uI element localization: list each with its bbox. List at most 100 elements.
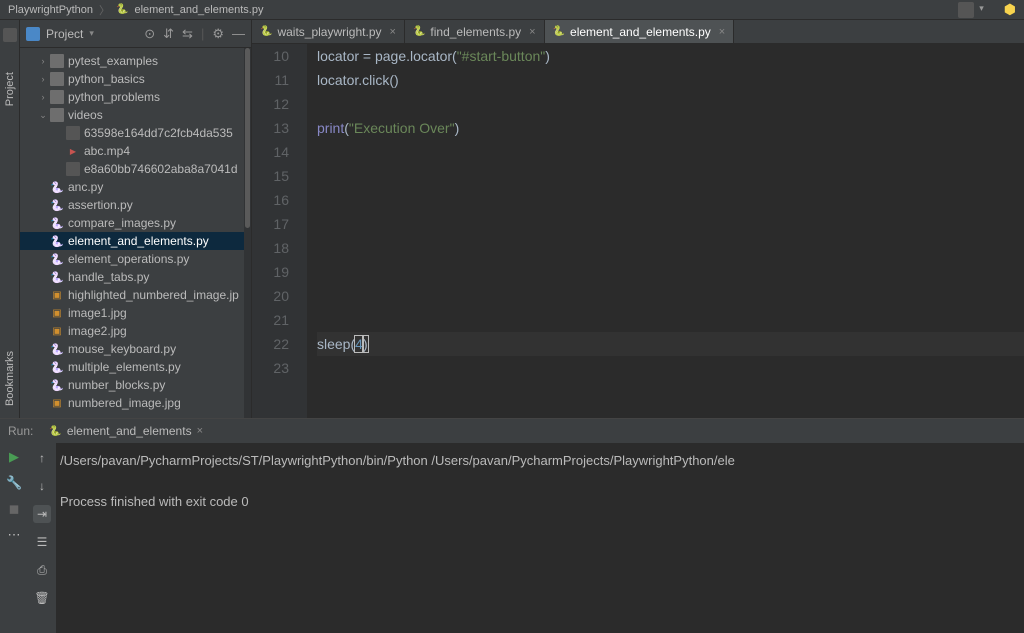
tree-item-label: handle_tabs.py (68, 270, 149, 284)
line-number: 10 (252, 44, 289, 68)
gear-icon[interactable]: ⚙ (212, 26, 224, 42)
tree-item[interactable]: ⌄videos (20, 106, 251, 124)
trash-icon[interactable]: 🗑 (33, 589, 51, 607)
run-header: Run: 🐍 element_and_elements × (0, 419, 1024, 443)
code-line[interactable] (317, 236, 1024, 260)
tree-item[interactable]: image1.jpg (20, 304, 251, 322)
chevron-down-icon[interactable]: ▾ (89, 28, 94, 39)
down-icon[interactable]: ↓ (33, 477, 51, 495)
play-icon[interactable]: ▶ (6, 449, 22, 465)
line-number: 16 (252, 188, 289, 212)
up-icon[interactable]: ↑ (33, 449, 51, 467)
scroll-end-icon[interactable]: ☰ (33, 533, 51, 551)
code-line[interactable] (317, 164, 1024, 188)
close-icon[interactable]: × (529, 26, 535, 38)
tree-item[interactable]: multiple_elements.py (20, 358, 251, 376)
code-line[interactable] (317, 212, 1024, 236)
tree-scrollbar-thumb[interactable] (245, 48, 250, 228)
console-output[interactable]: /Users/pavan/PycharmProjects/ST/Playwrig… (56, 443, 1024, 633)
expand-arrow-icon[interactable]: › (38, 56, 48, 66)
project-tool-icon[interactable] (3, 28, 17, 42)
run-tab[interactable]: 🐍 element_and_elements × (43, 424, 209, 438)
project-tool-tab[interactable]: Project (4, 72, 16, 106)
tab-label: element_and_elements.py (570, 25, 711, 39)
line-number: 18 (252, 236, 289, 260)
code-line[interactable] (317, 308, 1024, 332)
tree-item[interactable]: e8a60bb746602aba8a7041d (20, 160, 251, 178)
tree-item[interactable]: assertion.py (20, 196, 251, 214)
close-icon[interactable]: × (390, 26, 396, 38)
tree-item-label: element_and_elements.py (68, 234, 209, 248)
py-icon (50, 270, 64, 284)
close-icon[interactable]: × (719, 26, 725, 38)
tree-item-label: element_operations.py (68, 252, 189, 266)
code-line[interactable]: locator = page.locator("#start-button") (317, 44, 1024, 68)
line-number: 21 (252, 308, 289, 332)
line-number: 20 (252, 284, 289, 308)
hide-icon[interactable]: — (232, 26, 245, 42)
editor-tab[interactable]: 🐍 element_and_elements.py × (545, 20, 735, 43)
code-line[interactable]: locator.click() (317, 68, 1024, 92)
target-icon[interactable]: ⊙ (144, 26, 155, 42)
close-icon[interactable]: × (197, 425, 203, 437)
tree-item[interactable]: image2.jpg (20, 322, 251, 340)
more-icon[interactable]: ⋯ (6, 527, 22, 543)
folder-icon (50, 90, 64, 104)
tree-item[interactable]: 63598e164dd7c2fcb4da535 (20, 124, 251, 142)
bookmarks-tool-tab[interactable]: Bookmarks (4, 351, 16, 406)
code-area[interactable]: locator = page.locator("#start-button")l… (307, 44, 1024, 418)
tree-item[interactable]: mouse_keyboard.py (20, 340, 251, 358)
tree-item[interactable]: handle_tabs.py (20, 268, 251, 286)
tree-item[interactable]: compare_images.py (20, 214, 251, 232)
tree-item-label: pytest_examples (68, 54, 158, 68)
tree-item[interactable]: numbered_image.jpg (20, 394, 251, 412)
folder-icon (50, 72, 64, 86)
code-line[interactable] (317, 140, 1024, 164)
code-editor[interactable]: 1011121314151617181920212223 locator = p… (252, 44, 1024, 418)
python-icon[interactable]: ⬢ (1004, 1, 1016, 18)
collapse-icon[interactable]: ⇆ (182, 26, 193, 42)
expand-arrow-icon[interactable]: › (38, 74, 48, 84)
project-view-label[interactable]: Project (46, 27, 83, 41)
tree-scrollbar[interactable] (244, 48, 251, 418)
tab-label: waits_playwright.py (277, 25, 381, 39)
code-line[interactable] (317, 92, 1024, 116)
tree-item[interactable]: element_operations.py (20, 250, 251, 268)
wrench-icon[interactable]: 🔧 (6, 475, 22, 491)
tree-item[interactable]: ›python_basics (20, 70, 251, 88)
tree-item[interactable]: highlighted_numbered_image.jp (20, 286, 251, 304)
py-icon (50, 252, 64, 266)
code-line[interactable] (317, 356, 1024, 380)
editor-tab[interactable]: 🐍waits_playwright.py× (252, 20, 405, 43)
python-file-icon: 🐍 (553, 26, 565, 37)
img-icon (50, 324, 64, 338)
code-line[interactable] (317, 188, 1024, 212)
editor-tab[interactable]: 🐍find_elements.py× (405, 20, 545, 43)
expand-icon[interactable]: ⇵ (163, 26, 174, 42)
project-view-icon[interactable] (26, 27, 40, 41)
stop-icon[interactable]: ◼ (6, 501, 22, 517)
breadcrumb-project[interactable]: PlaywrightPython (8, 4, 93, 16)
code-line[interactable]: print("Execution Over") (317, 116, 1024, 140)
run-toolbar-left: ▶ 🔧 ◼ ⋯ (0, 443, 28, 633)
print-icon[interactable]: ⎙ (33, 561, 51, 579)
soft-wrap-icon[interactable]: ⇥ (33, 505, 51, 523)
tree-item[interactable]: abc.mp4 (20, 142, 251, 160)
breadcrumb-file[interactable]: element_and_elements.py (134, 4, 263, 16)
tree-item[interactable]: anc.py (20, 178, 251, 196)
project-tree[interactable]: › pytest_examples ›python_basics›python_pr… (20, 48, 251, 418)
expand-arrow-icon[interactable]: ⌄ (38, 110, 48, 121)
code-line[interactable]: sleep(4) (317, 332, 1024, 356)
py-icon (50, 198, 64, 212)
tree-item-label: image1.jpg (68, 306, 127, 320)
generic-icon (66, 126, 80, 140)
tree-item[interactable]: › pytest_examples (20, 52, 251, 70)
user-avatar[interactable] (958, 2, 974, 18)
tree-item[interactable]: element_and_elements.py (20, 232, 251, 250)
code-line[interactable] (317, 284, 1024, 308)
tree-item[interactable]: ›python_problems (20, 88, 251, 106)
code-line[interactable] (317, 260, 1024, 284)
tree-item[interactable]: number_blocks.py (20, 376, 251, 394)
py-icon (50, 342, 64, 356)
expand-arrow-icon[interactable]: › (38, 92, 48, 102)
